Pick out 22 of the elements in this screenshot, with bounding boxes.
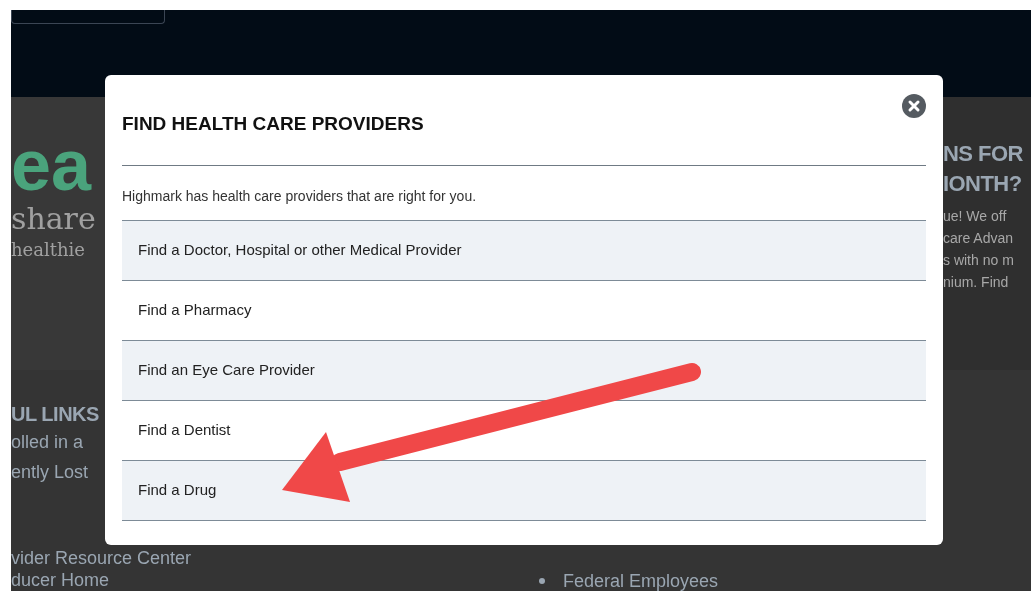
- promo-text: ue! We off: [943, 207, 1007, 226]
- section-heading: UL LINKS: [11, 402, 99, 427]
- bullet-icon: [539, 578, 545, 584]
- promo-text: care Advan: [943, 229, 1014, 248]
- nav-link[interactable]: Federal Employees: [563, 568, 719, 591]
- hero-subline: healthie: [11, 238, 85, 262]
- nav-link[interactable]: ently Lost: [11, 462, 89, 482]
- nav-link[interactable]: olled in a: [11, 432, 84, 452]
- hero-tagline: share: [11, 201, 96, 237]
- promo-heading: NS FOR: [943, 140, 1023, 168]
- nav-link[interactable]: vider Resource Center: [11, 548, 192, 568]
- provider-link-item[interactable]: Find a Drug: [122, 461, 926, 521]
- promo-text: s with no m: [943, 251, 1014, 270]
- search-field[interactable]: [11, 10, 165, 24]
- promo-heading: IONTH?: [943, 170, 1022, 198]
- intro-text: Highmark has health care providers that are right for you.: [122, 187, 477, 206]
- hero-wordmark: ea: [11, 129, 92, 201]
- provider-link-item[interactable]: Find a Doctor, Hospital or other Medical Provider: [122, 221, 926, 281]
- nav-link[interactable]: ducer Home: [11, 570, 110, 590]
- provider-link-item[interactable]: Find an Eye Care Provider: [122, 341, 926, 401]
- promo-text: nium. Find: [943, 273, 1009, 292]
- modal-title: FIND HEALTH CARE PROVIDERS: [122, 112, 424, 136]
